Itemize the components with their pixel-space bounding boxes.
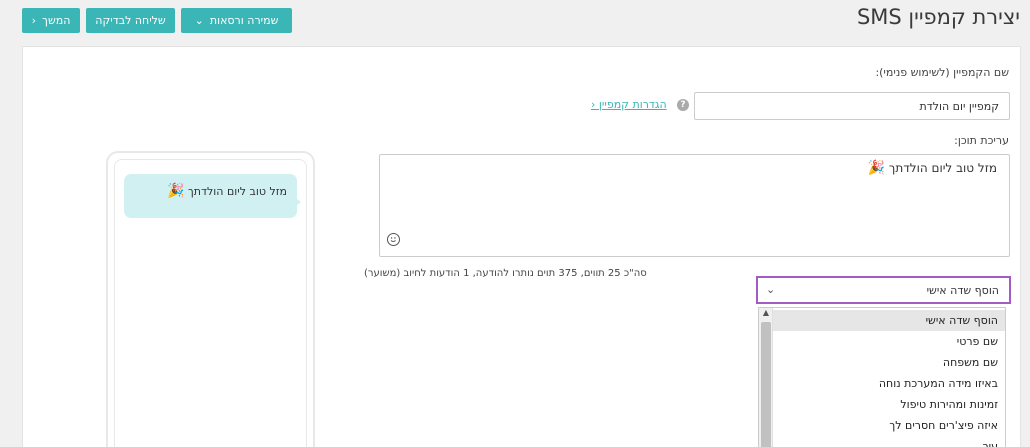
campaign-name-label: שם הקמפיין (לשימוש פנימי):: [875, 66, 1009, 79]
next-button[interactable]: המשך ‹: [22, 8, 80, 33]
send-test-button[interactable]: שליחה לבדיקה: [86, 8, 175, 33]
scrollbar[interactable]: ▲: [759, 308, 773, 447]
campaign-settings-link[interactable]: הגדרות קמפיין ‹: [591, 98, 667, 111]
campaign-panel: שם הקמפיין (לשימוש פנימי): קמפיין יום הו…: [22, 46, 1021, 447]
emoji-picker-icon[interactable]: [387, 233, 400, 246]
scroll-up-icon[interactable]: ▲: [759, 308, 773, 321]
campaign-name-value: קמפיין יום הולדת: [919, 99, 999, 113]
option-first-name[interactable]: שם פרטי: [773, 331, 1005, 352]
personal-field-selected: הוסף שדה אישי: [926, 283, 999, 297]
option-availability[interactable]: זמינות ומהירות טיפול: [773, 394, 1005, 415]
party-popper-icon: 🎉: [867, 160, 886, 176]
message-text: מזל טוב ליום הולדתך 🎉: [868, 160, 997, 176]
party-popper-icon: 🎉: [166, 183, 185, 199]
preview-bubble: מזל טוב ליום הולדתך 🎉: [124, 174, 297, 218]
campaign-name-input[interactable]: קמפיין יום הולדת: [694, 92, 1010, 120]
chevron-down-icon: ⌄: [766, 283, 776, 296]
help-icon[interactable]: ?: [677, 99, 689, 111]
message-text-body: מזל טוב ליום הולדתך: [888, 161, 997, 175]
save-versions-button[interactable]: שמירה ורסאות ⌄: [181, 8, 292, 33]
personal-field-select[interactable]: הוסף שדה אישי ⌄: [756, 276, 1011, 304]
preview-bubble-text: מזל טוב ליום הולדתך: [187, 185, 287, 198]
message-editor[interactable]: מזל טוב ליום הולדתך 🎉: [379, 154, 1010, 257]
page-title: יצירת קמפיין SMS: [856, 5, 1020, 29]
option-system-ease[interactable]: באיזו מידה המערכת נוחה: [773, 373, 1005, 394]
personal-field-options: ▲ הוסף שדה אישי שם פרטי שם משפחה באיזו מ…: [758, 307, 1006, 447]
content-label: עריכת תוכן:: [954, 134, 1009, 147]
campaign-settings-label: הגדרות קמפיין: [598, 98, 667, 111]
send-test-label: שליחה לבדיקה: [95, 14, 166, 27]
chevron-down-icon: ⌄: [194, 14, 204, 27]
page-header: יצירת קמפיין SMS המשך ‹ שליחה לבדיקה שמי…: [0, 0, 1030, 44]
option-add-personal-field[interactable]: הוסף שדה אישי: [773, 310, 1005, 331]
option-last-name[interactable]: שם משפחה: [773, 352, 1005, 373]
option-missing-features[interactable]: איזה פיצ'רים חסרים לך: [773, 415, 1005, 436]
scrollbar-thumb[interactable]: [761, 322, 771, 447]
option-city[interactable]: עיר: [773, 436, 1005, 447]
next-button-label: המשך: [42, 14, 71, 27]
bubble-tail: [295, 197, 301, 207]
character-counter: סה"כ 25 תווים, 375 תוים נותרו להודעה, 1 …: [364, 268, 647, 279]
save-versions-label: שמירה ורסאות: [209, 14, 279, 27]
chevron-left-icon: ‹: [591, 98, 596, 111]
chevron-left-icon: ‹: [31, 14, 37, 27]
